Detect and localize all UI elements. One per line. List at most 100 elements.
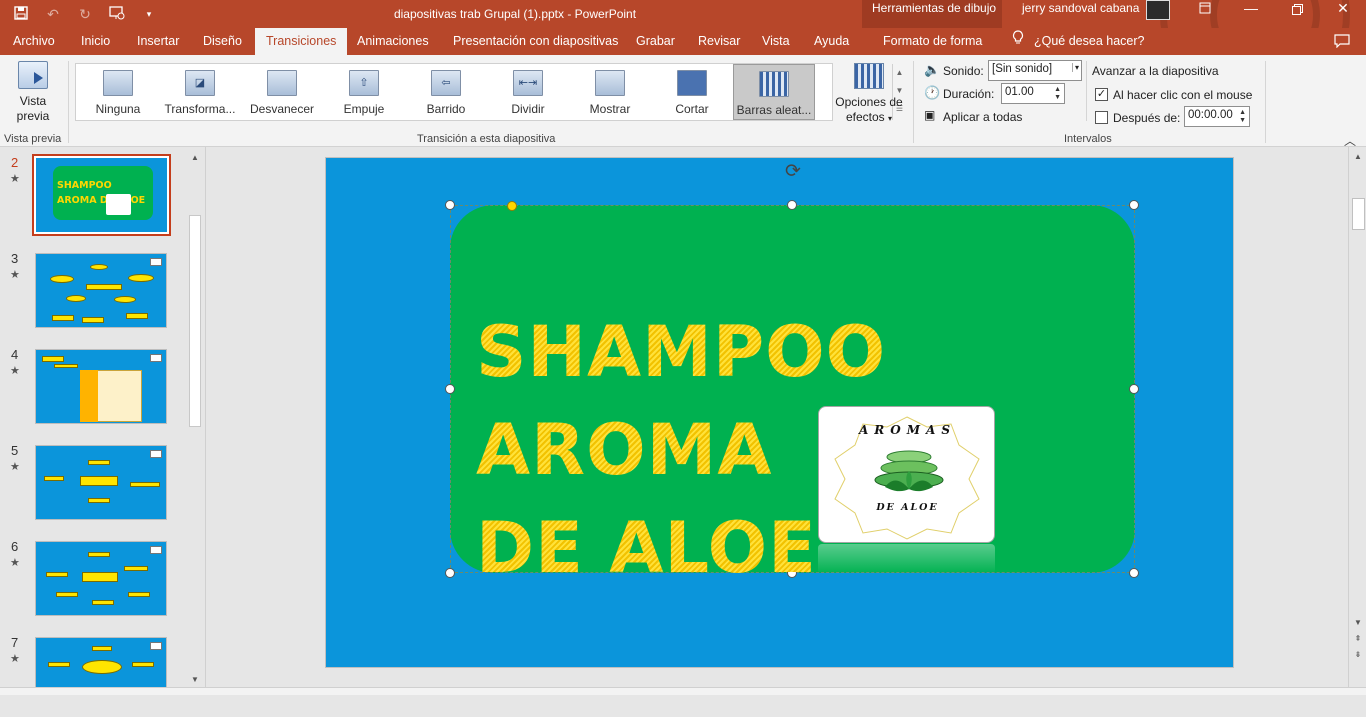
transition-label: Cortar <box>675 102 709 116</box>
thumbnail-slide-5[interactable]: 5 ★ <box>0 443 186 525</box>
thumbnail-slide-4[interactable]: 4 ★ <box>0 347 186 429</box>
on-click-checkbox[interactable]: ✓ <box>1095 88 1108 101</box>
avatar[interactable] <box>1146 0 1170 20</box>
ribbon-tabs: Archivo Inicio Insertar Diseño Transicio… <box>0 28 1366 55</box>
thumbnail-scrollbar[interactable]: ▲ ▼ <box>187 153 203 685</box>
duration-spinner[interactable]: ▲ ▼ <box>1054 86 1061 102</box>
apply-all-button[interactable]: Aplicar a todas <box>943 110 1022 124</box>
thumbnail-slide-7[interactable]: 7 ★ <box>0 635 186 717</box>
tab-revisar[interactable]: Revisar <box>698 28 740 55</box>
tab-inicio[interactable]: Inicio <box>81 28 110 55</box>
resize-handle-sw[interactable] <box>445 568 455 578</box>
transition-cortar[interactable]: Cortar <box>651 64 733 120</box>
resize-handle-e[interactable] <box>1129 384 1139 394</box>
transition-label: Barras aleat... <box>736 103 812 117</box>
adjust-handle[interactable] <box>507 201 517 211</box>
slide-number: 7 <box>11 635 19 650</box>
editor-scrollbar[interactable]: ▲ ▼ ⇞ ⇟ <box>1348 147 1366 687</box>
scroll-thumb[interactable] <box>189 215 201 427</box>
resize-handle-w[interactable] <box>445 384 455 394</box>
scroll-up-icon[interactable]: ▲ <box>1352 152 1364 161</box>
next-slide-icon[interactable]: ⇟ <box>1352 650 1364 659</box>
user-name[interactable]: jerry sandoval cabana <box>1022 1 1139 15</box>
transition-transforma[interactable]: ◪ Transforma... <box>159 64 241 120</box>
scroll-thumb[interactable] <box>1352 198 1365 230</box>
tab-animaciones[interactable]: Animaciones <box>357 28 429 55</box>
preview-label-2: previa <box>16 109 50 123</box>
resize-handle-se[interactable] <box>1129 568 1139 578</box>
slide-thumbnail-pane: 2 ★ SHAMPOO AROMA DE ALOE 3 ★ 4 ★ 5 ★ 6 … <box>0 147 206 693</box>
after-input[interactable]: 00:00.00 ▲ ▼ <box>1184 106 1250 127</box>
divider <box>68 61 69 143</box>
slide-number: 3 <box>11 251 19 266</box>
logo-image[interactable]: AROMAS DE ALOE <box>818 406 995 543</box>
on-click-label: Al hacer clic con el mouse <box>1113 88 1253 102</box>
close-icon[interactable]: ✕ <box>1320 0 1366 28</box>
after-label: Después de: <box>1113 111 1181 125</box>
comments-icon[interactable] <box>1334 34 1350 51</box>
tab-diseno[interactable]: Diseño <box>203 28 242 55</box>
minimize-icon[interactable]: — <box>1228 0 1274 28</box>
tab-grabar[interactable]: Grabar <box>636 28 675 55</box>
ribbon-display-options-icon[interactable] <box>1182 1 1228 29</box>
scroll-down-icon[interactable]: ▼ <box>1352 618 1364 627</box>
contextual-group-drawing-tools: Herramientas de dibujo <box>862 0 1002 28</box>
divider <box>1265 61 1266 143</box>
logo-reflection <box>818 544 995 574</box>
sound-label: Sonido: <box>943 64 984 78</box>
tell-me-search[interactable]: ¿Qué desea hacer? <box>1012 28 1145 55</box>
scroll-up-icon[interactable]: ▲ <box>189 153 201 162</box>
tell-me-label: ¿Qué desea hacer? <box>1034 34 1145 48</box>
apply-all-icon: ▣ <box>924 108 936 122</box>
slide-canvas[interactable]: ⟳ SHAMPOO AROMA DE ALOE AROMAS DE ALOE <box>325 157 1234 668</box>
after-checkbox[interactable] <box>1095 111 1108 124</box>
tab-insertar[interactable]: Insertar <box>137 28 179 55</box>
duration-input[interactable]: 01.00 ▲ ▼ <box>1001 83 1065 104</box>
thumbnail-slide-6[interactable]: 6 ★ <box>0 539 186 621</box>
effect-options-label-2: efectos <box>845 110 885 124</box>
thumbnail-title: SHAMPOO AROMA DE ALOE <box>57 180 146 206</box>
after-spinner[interactable]: ▲ ▼ <box>1239 109 1246 125</box>
group-label-preview: Vista previa <box>4 133 62 145</box>
transition-cut-icon <box>677 70 707 96</box>
transition-mostrar[interactable]: Mostrar <box>569 64 651 120</box>
tab-ayuda[interactable]: Ayuda <box>814 28 849 55</box>
transition-barras-aleatorias[interactable]: Barras aleat... <box>733 64 815 120</box>
transition-dividir[interactable]: ⇤⇥ Dividir <box>487 64 569 120</box>
resize-handle-n[interactable] <box>787 200 797 210</box>
transition-star-icon: ★ <box>10 173 20 185</box>
rotate-handle-icon[interactable]: ⟳ <box>782 161 804 183</box>
tab-transiciones[interactable]: Transiciones <box>255 28 348 55</box>
previous-slide-icon[interactable]: ⇞ <box>1352 634 1364 643</box>
transition-barrido[interactable]: ⇦ Barrido <box>405 64 487 120</box>
transition-star-icon: ★ <box>10 365 20 377</box>
duration-value: 01.00 <box>1005 86 1034 98</box>
tab-vista[interactable]: Vista <box>762 28 790 55</box>
transition-ninguna[interactable]: Ninguna <box>77 64 159 120</box>
sound-select[interactable]: [Sin sonido] ▾ <box>988 60 1082 81</box>
restore-icon[interactable] <box>1274 2 1320 30</box>
ribbon: Vista previa Vista previa Ninguna ◪ Tran… <box>0 55 1366 148</box>
tab-archivo[interactable]: Archivo <box>13 28 55 55</box>
scroll-down-icon[interactable]: ▼ <box>189 675 201 684</box>
resize-handle-ne[interactable] <box>1129 200 1139 210</box>
resize-handle-nw[interactable] <box>445 200 455 210</box>
preview-icon <box>18 61 48 89</box>
logo-bottom-text: DE ALOE <box>876 502 939 513</box>
effect-options-button[interactable]: Opciones de efectos ▾ <box>834 63 904 126</box>
thumbnail-slide-2[interactable]: 2 ★ SHAMPOO AROMA DE ALOE <box>0 154 186 237</box>
chevron-down-icon: ▾ <box>1071 63 1079 72</box>
slide-title[interactable]: SHAMPOO AROMA DE ALOE <box>476 303 1096 597</box>
thumbnail-image <box>35 637 167 693</box>
after-value: 00:00.00 <box>1188 109 1233 121</box>
transition-wipe-icon: ⇦ <box>431 70 461 96</box>
transition-star-icon: ★ <box>10 461 20 473</box>
sound-value: [Sin sonido] <box>992 63 1053 75</box>
preview-button[interactable]: Vista previa <box>4 61 62 124</box>
transition-random-bars-icon <box>759 71 789 97</box>
transition-desvanecer[interactable]: Desvanecer <box>241 64 323 120</box>
tab-presentacion[interactable]: Presentación con diapositivas <box>453 28 618 55</box>
thumbnail-slide-3[interactable]: 3 ★ <box>0 251 186 333</box>
transition-empuje[interactable]: ⇧ Empuje <box>323 64 405 120</box>
tab-formato-de-forma[interactable]: Formato de forma <box>883 28 982 55</box>
